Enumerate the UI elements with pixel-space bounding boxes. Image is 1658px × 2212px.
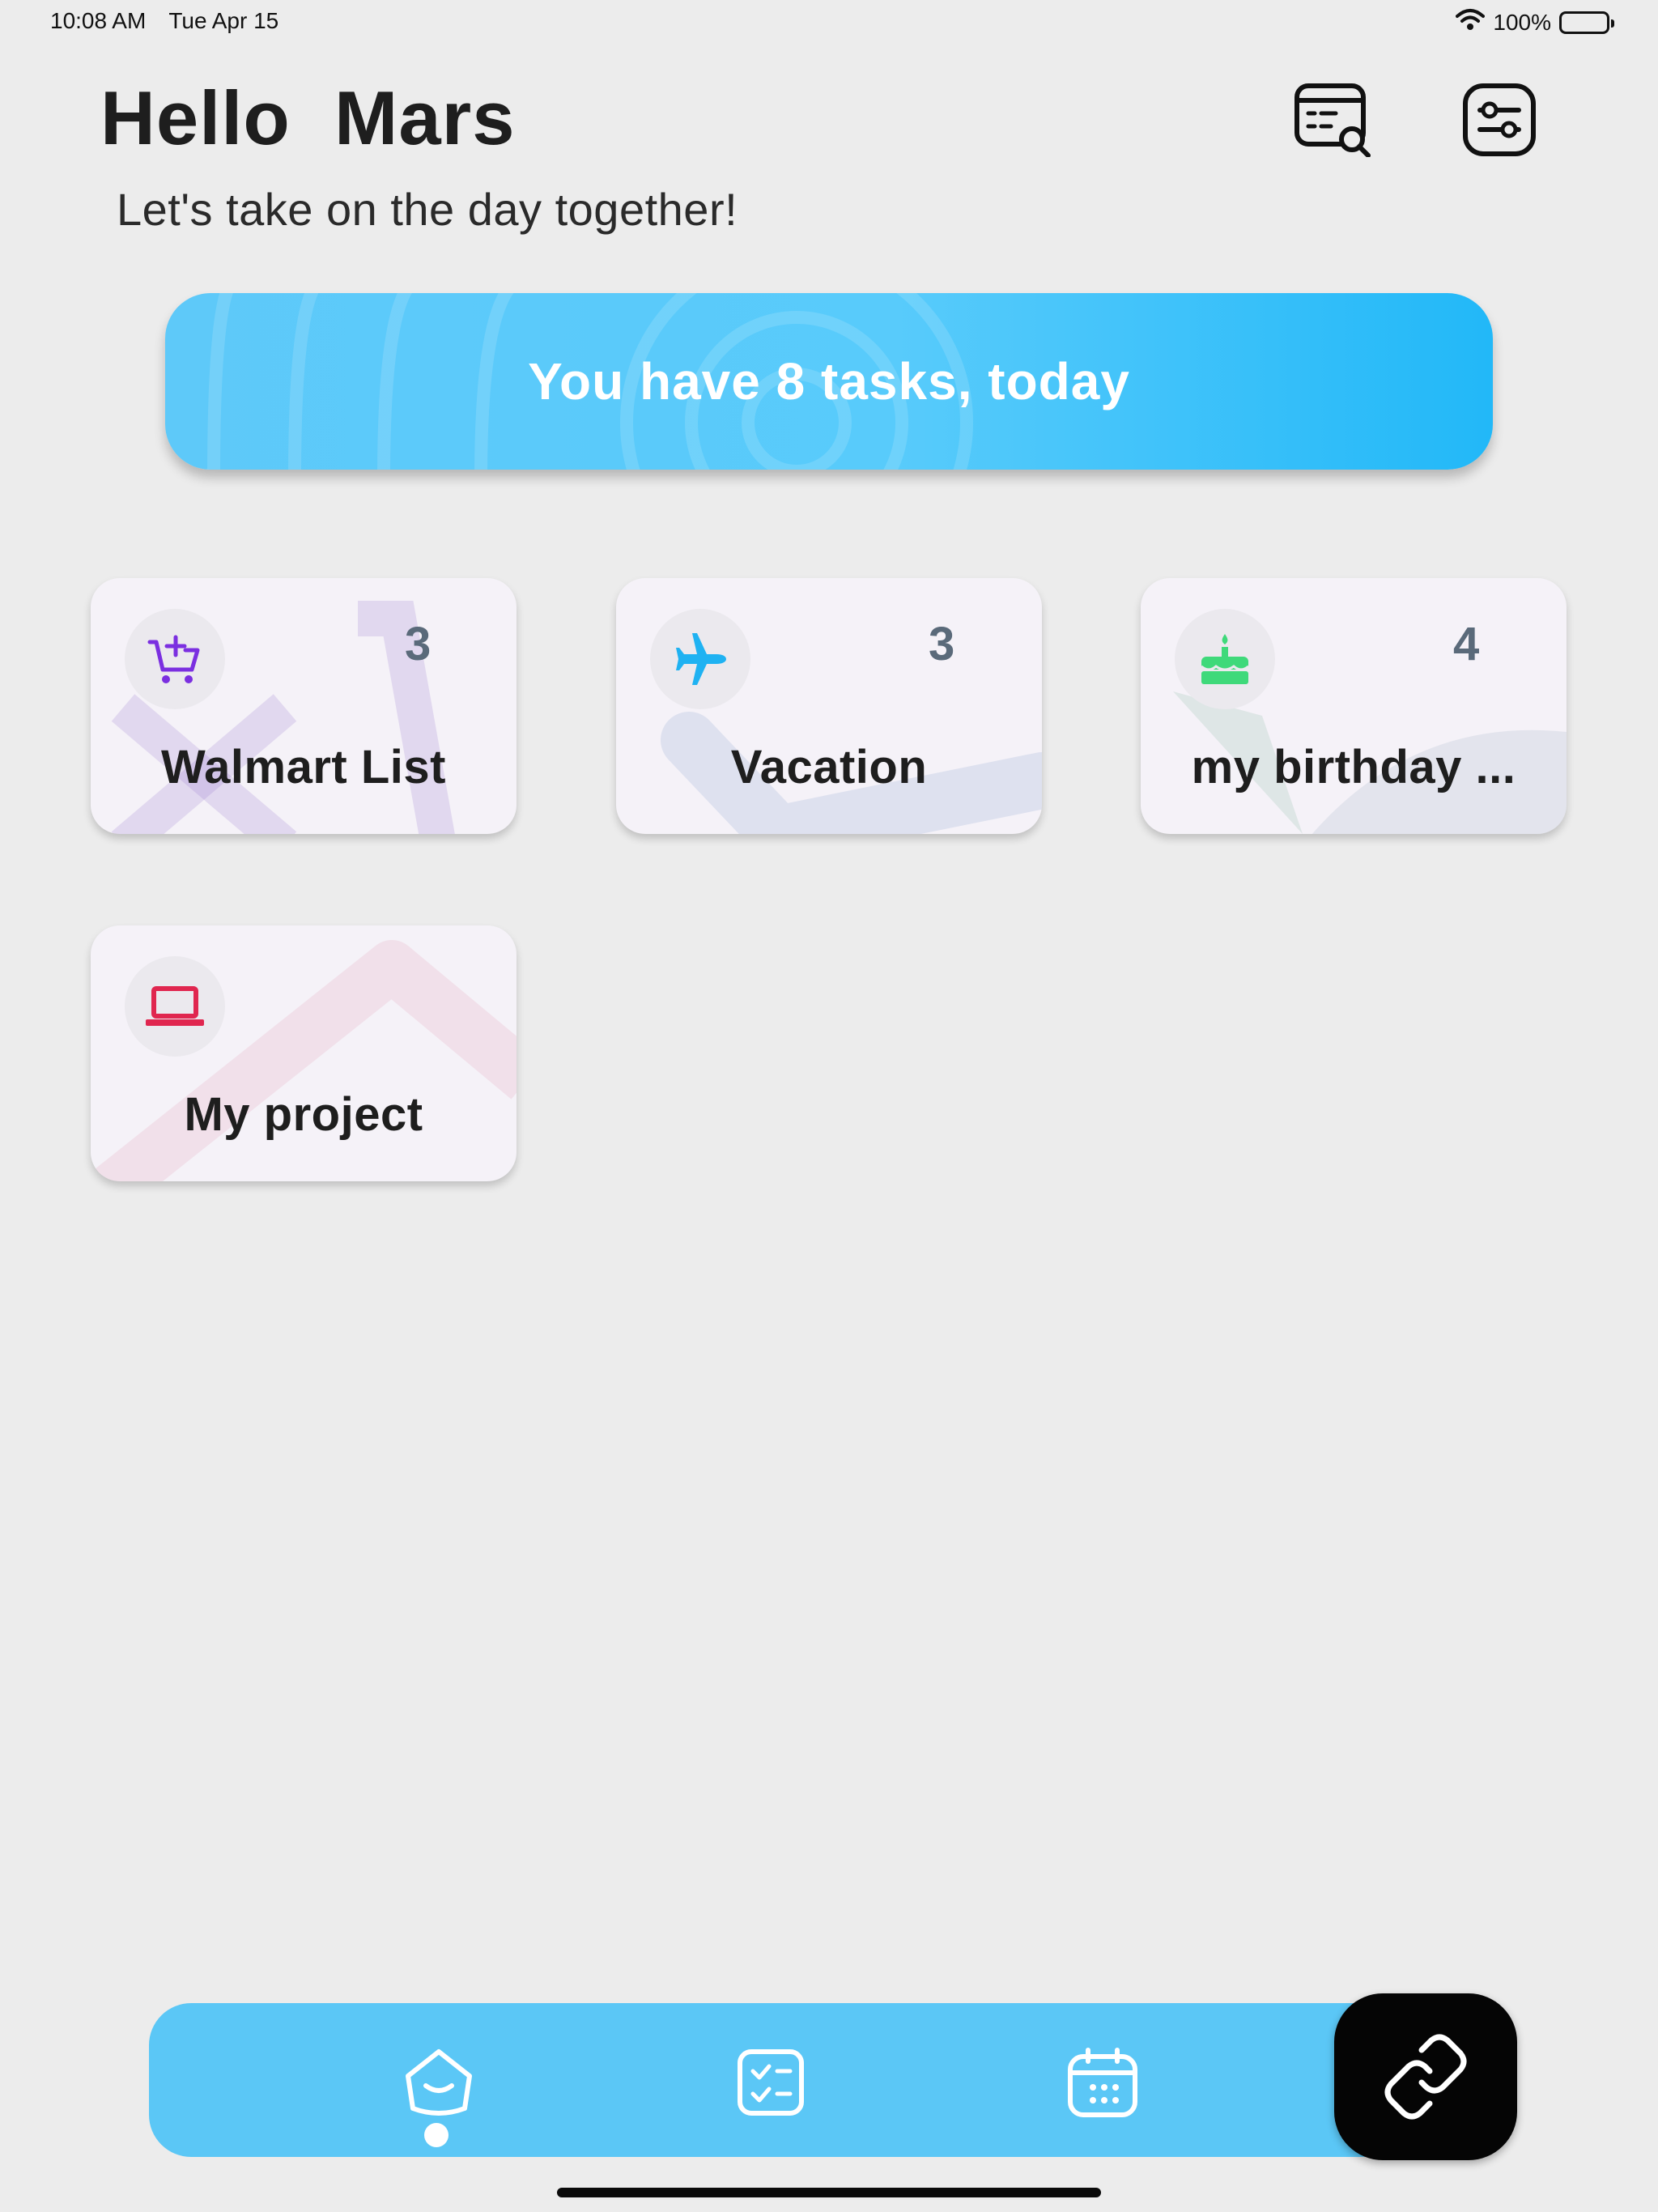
list-task-count: 4: [1453, 618, 1480, 670]
airplane-icon: [676, 633, 726, 685]
tasks-icon: [738, 2049, 804, 2116]
list-card-my-project[interactable]: My project: [91, 925, 517, 1181]
cake-icon: [1201, 634, 1249, 684]
status-bar-left: 10:08 AM Tue Apr 15: [50, 8, 278, 34]
home-indicator: [557, 2188, 1101, 2197]
status-date: Tue Apr 15: [168, 8, 279, 33]
cart-plus-icon: [147, 635, 200, 683]
list-card-vacation[interactable]: 3 Vacation: [616, 578, 1042, 834]
home-icon: [406, 2049, 472, 2116]
banner-text: You have 8 tasks, today: [528, 352, 1130, 410]
greeting-subtitle: Let's take on the day together!: [117, 184, 738, 235]
bottom-nav-bar: [149, 2003, 1404, 2157]
list-name: my birthday ...: [1191, 741, 1516, 793]
list-name: My project: [184, 1088, 423, 1141]
list-name: Walmart List: [161, 741, 446, 793]
nav-active-indicator: [424, 2123, 449, 2147]
list-icon-badge: [1175, 609, 1275, 709]
wifi-icon: [1456, 8, 1486, 36]
battery-percent: 100%: [1493, 9, 1551, 35]
list-task-count: 3: [405, 618, 432, 670]
laptop-icon: [146, 986, 204, 1026]
nav-home-button[interactable]: [398, 2042, 479, 2123]
status-time: 10:08 AM: [50, 8, 147, 33]
nav-tasks-button[interactable]: [730, 2042, 811, 2123]
status-bar-right: 100%: [1456, 8, 1614, 36]
settings-sliders-icon: [1463, 83, 1536, 156]
battery-icon: [1559, 11, 1614, 34]
list-icon-badge: [125, 609, 225, 709]
calendar-search-icon: [1295, 83, 1371, 157]
link-fab-button[interactable]: [1334, 1993, 1517, 2160]
link-icon: [1384, 2034, 1467, 2120]
list-icon-badge: [650, 609, 750, 709]
list-task-count: 3: [929, 618, 955, 670]
list-card-birthday[interactable]: 4 my birthday ...: [1141, 578, 1567, 834]
nav-calendar-button[interactable]: [1062, 2042, 1143, 2123]
list-name: Vacation: [730, 741, 928, 793]
calendar-search-button[interactable]: [1294, 81, 1371, 159]
greeting-title: Hello Mars: [100, 75, 516, 160]
settings-button[interactable]: [1460, 81, 1538, 159]
home-screen: 10:08 AM Tue Apr 15 100% Hello Mars Let'…: [0, 0, 1658, 2212]
tasks-summary-banner[interactable]: You have 8 tasks, today: [165, 293, 1493, 470]
list-card-walmart[interactable]: 3 Walmart List: [91, 578, 517, 834]
calendar-icon: [1068, 2048, 1137, 2117]
list-icon-badge: [125, 956, 225, 1057]
